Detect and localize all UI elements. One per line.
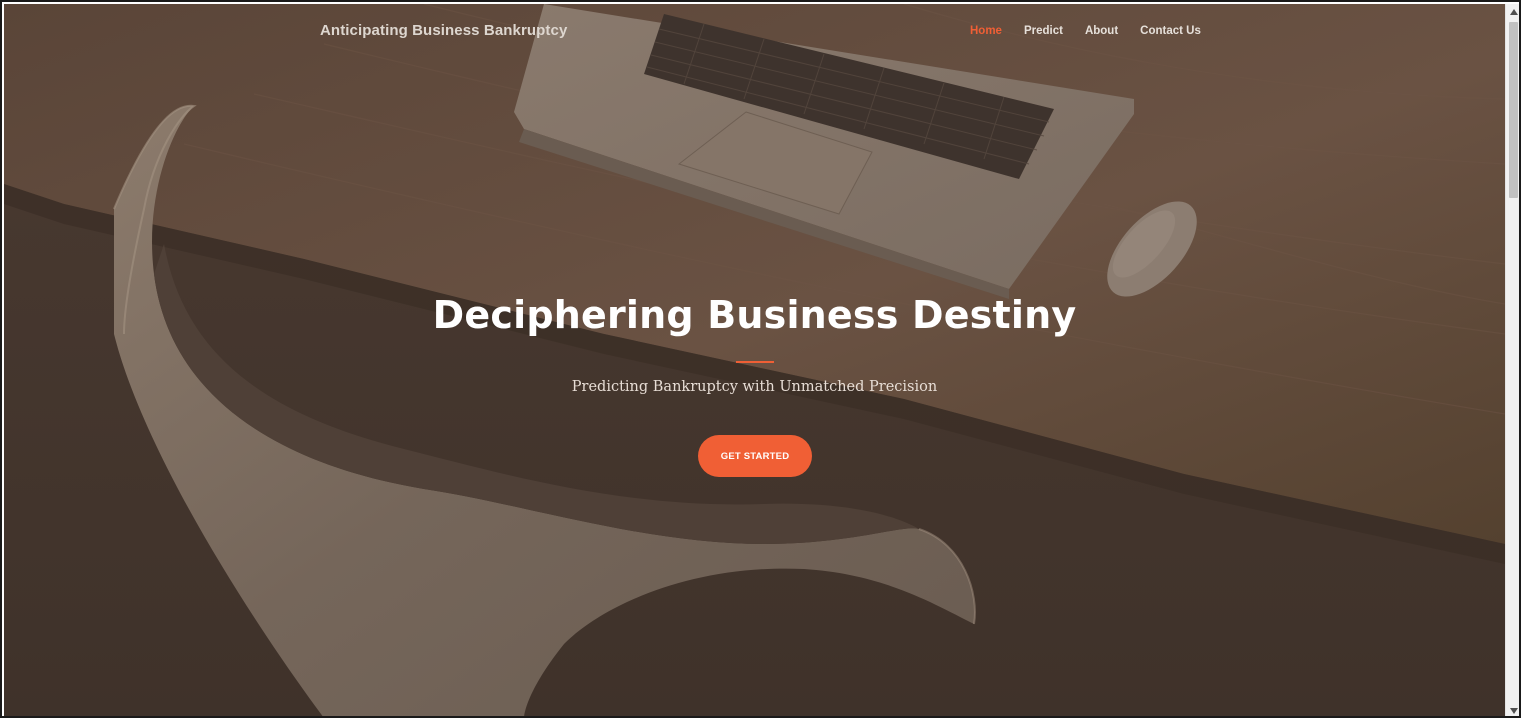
arrow-down-icon[interactable] xyxy=(1506,703,1519,716)
hero-section: Anticipating Business Bankruptcy Home Pr… xyxy=(4,4,1505,716)
hero-title: Deciphering Business Destiny xyxy=(432,293,1077,337)
hero-divider xyxy=(736,361,774,363)
vertical-scrollbar[interactable] xyxy=(1505,4,1519,716)
arrow-up-icon[interactable] xyxy=(1506,4,1519,19)
browser-viewport: Anticipating Business Bankruptcy Home Pr… xyxy=(0,0,1521,718)
hero-subtitle: Predicting Bankruptcy with Unmatched Pre… xyxy=(571,379,938,395)
get-started-button[interactable]: GET STARTED xyxy=(698,435,812,477)
scrollbar-thumb[interactable] xyxy=(1509,22,1518,198)
hero-content: Deciphering Business Destiny Predicting … xyxy=(4,4,1505,716)
